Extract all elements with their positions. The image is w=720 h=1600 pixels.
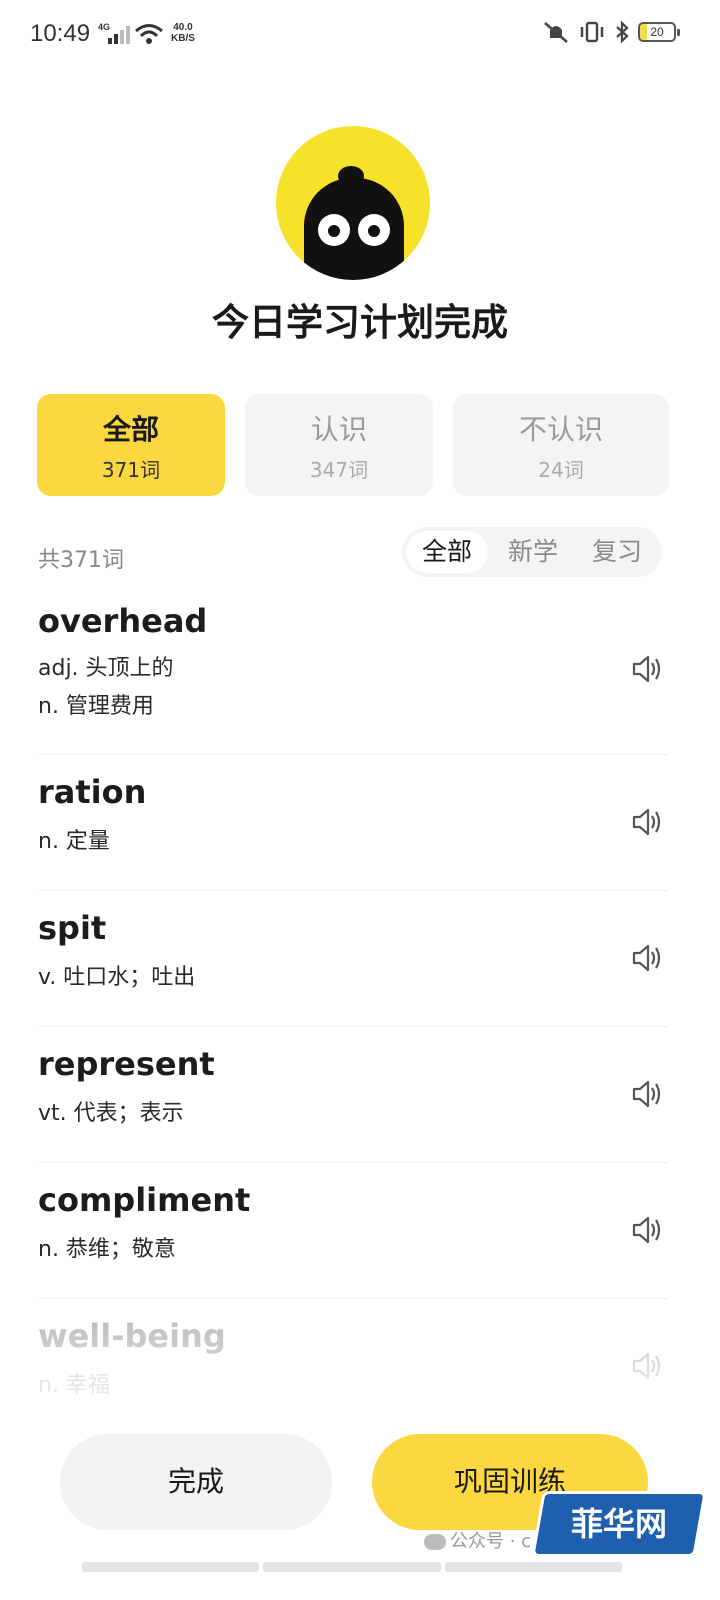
word-definition: n. 管理费用 bbox=[38, 694, 154, 719]
battery-icon: 20 bbox=[638, 22, 680, 42]
status-time: 10:49 bbox=[30, 20, 91, 47]
word-term: overhead bbox=[38, 602, 208, 640]
speaker-icon[interactable] bbox=[630, 1077, 664, 1111]
bluetooth-icon bbox=[616, 20, 629, 44]
nav-segment bbox=[263, 1562, 441, 1572]
filter-all[interactable]: 全部 371词 bbox=[37, 394, 225, 496]
filter-label: 不认识 bbox=[518, 413, 603, 446]
segment-all[interactable]: 全部 bbox=[406, 531, 488, 573]
word-term: spit bbox=[38, 909, 107, 947]
mascot-right-eye bbox=[358, 214, 390, 246]
segment-control: 全部 新学 复习 bbox=[402, 527, 662, 577]
network-speed: 40.0 KB/S bbox=[171, 22, 195, 44]
word-total: 共371词 bbox=[38, 548, 124, 573]
speed-unit: KB/S bbox=[171, 33, 195, 44]
word-item[interactable]: represent vt. 代表；表示 bbox=[38, 1027, 668, 1163]
word-item[interactable]: well-being n. 幸福 bbox=[38, 1299, 668, 1416]
filter-count: 371词 bbox=[101, 458, 161, 482]
word-item[interactable]: spit v. 吐口水；吐出 bbox=[38, 891, 668, 1027]
filter-count: 347词 bbox=[309, 458, 369, 482]
filter-unknown[interactable]: 不认识 24词 bbox=[453, 394, 669, 496]
word-term: compliment bbox=[38, 1181, 251, 1219]
word-definition: n. 定量 bbox=[38, 829, 110, 854]
word-item[interactable]: ration n. 定量 bbox=[38, 755, 668, 891]
word-definition: v. 吐口水；吐出 bbox=[38, 965, 196, 990]
watermark-text: 菲华网 bbox=[570, 1505, 667, 1543]
done-button[interactable]: 完成 bbox=[60, 1434, 332, 1530]
filter-label: 全部 bbox=[102, 413, 159, 446]
speaker-icon[interactable] bbox=[630, 1213, 664, 1247]
word-definition: n. 恭维；敬意 bbox=[38, 1237, 176, 1262]
source-text: 公众号 · c bbox=[450, 1531, 532, 1552]
word-definition: vt. 代表；表示 bbox=[38, 1101, 184, 1126]
word-item[interactable]: overhead adj. 头顶上的 n. 管理费用 bbox=[38, 586, 668, 755]
filter-count: 24词 bbox=[538, 458, 584, 482]
filter-known[interactable]: 认识 347词 bbox=[245, 394, 433, 496]
speaker-icon[interactable] bbox=[630, 805, 664, 839]
word-list[interactable]: overhead adj. 头顶上的 n. 管理费用 ration n. 定量 … bbox=[0, 586, 720, 1416]
speed-value: 40.0 bbox=[173, 22, 193, 33]
vibrate-icon bbox=[580, 21, 604, 43]
filter-label: 认识 bbox=[310, 413, 367, 446]
nav-segment bbox=[444, 1562, 622, 1572]
page-title: 今日学习计划完成 bbox=[212, 301, 508, 344]
speaker-icon[interactable] bbox=[630, 1349, 664, 1383]
bottom-nav-bar bbox=[82, 1562, 622, 1572]
word-filter-tabs: 全部 371词 认识 347词 不认识 24词 bbox=[37, 394, 669, 496]
mute-icon bbox=[544, 22, 568, 43]
watermark-logo: 菲华网 bbox=[534, 1494, 704, 1554]
speaker-icon[interactable] bbox=[630, 941, 664, 975]
word-definition: n. 幸福 bbox=[38, 1373, 110, 1398]
word-term: ration bbox=[38, 773, 147, 811]
segment-review[interactable]: 复习 bbox=[576, 531, 658, 573]
word-term: well-being bbox=[38, 1317, 226, 1355]
wifi-icon bbox=[135, 24, 163, 44]
status-icons: 20 bbox=[542, 20, 680, 44]
word-definition: adj. 头顶上的 bbox=[38, 656, 174, 681]
word-term: represent bbox=[38, 1045, 215, 1083]
mascot-left-eye bbox=[318, 214, 350, 246]
source-caption: 公众号 · c bbox=[424, 1527, 531, 1553]
speaker-icon[interactable] bbox=[630, 652, 664, 686]
status-bar: 10:49 4G 40.0 KB/S 20 bbox=[0, 0, 720, 72]
nav-segment bbox=[82, 1562, 260, 1572]
wechat-icon bbox=[424, 1534, 446, 1550]
mascot-avatar bbox=[276, 126, 430, 280]
word-item[interactable]: compliment n. 恭维；敬意 bbox=[38, 1163, 668, 1299]
segment-new[interactable]: 新学 bbox=[492, 531, 574, 573]
signal-icon bbox=[108, 26, 130, 44]
